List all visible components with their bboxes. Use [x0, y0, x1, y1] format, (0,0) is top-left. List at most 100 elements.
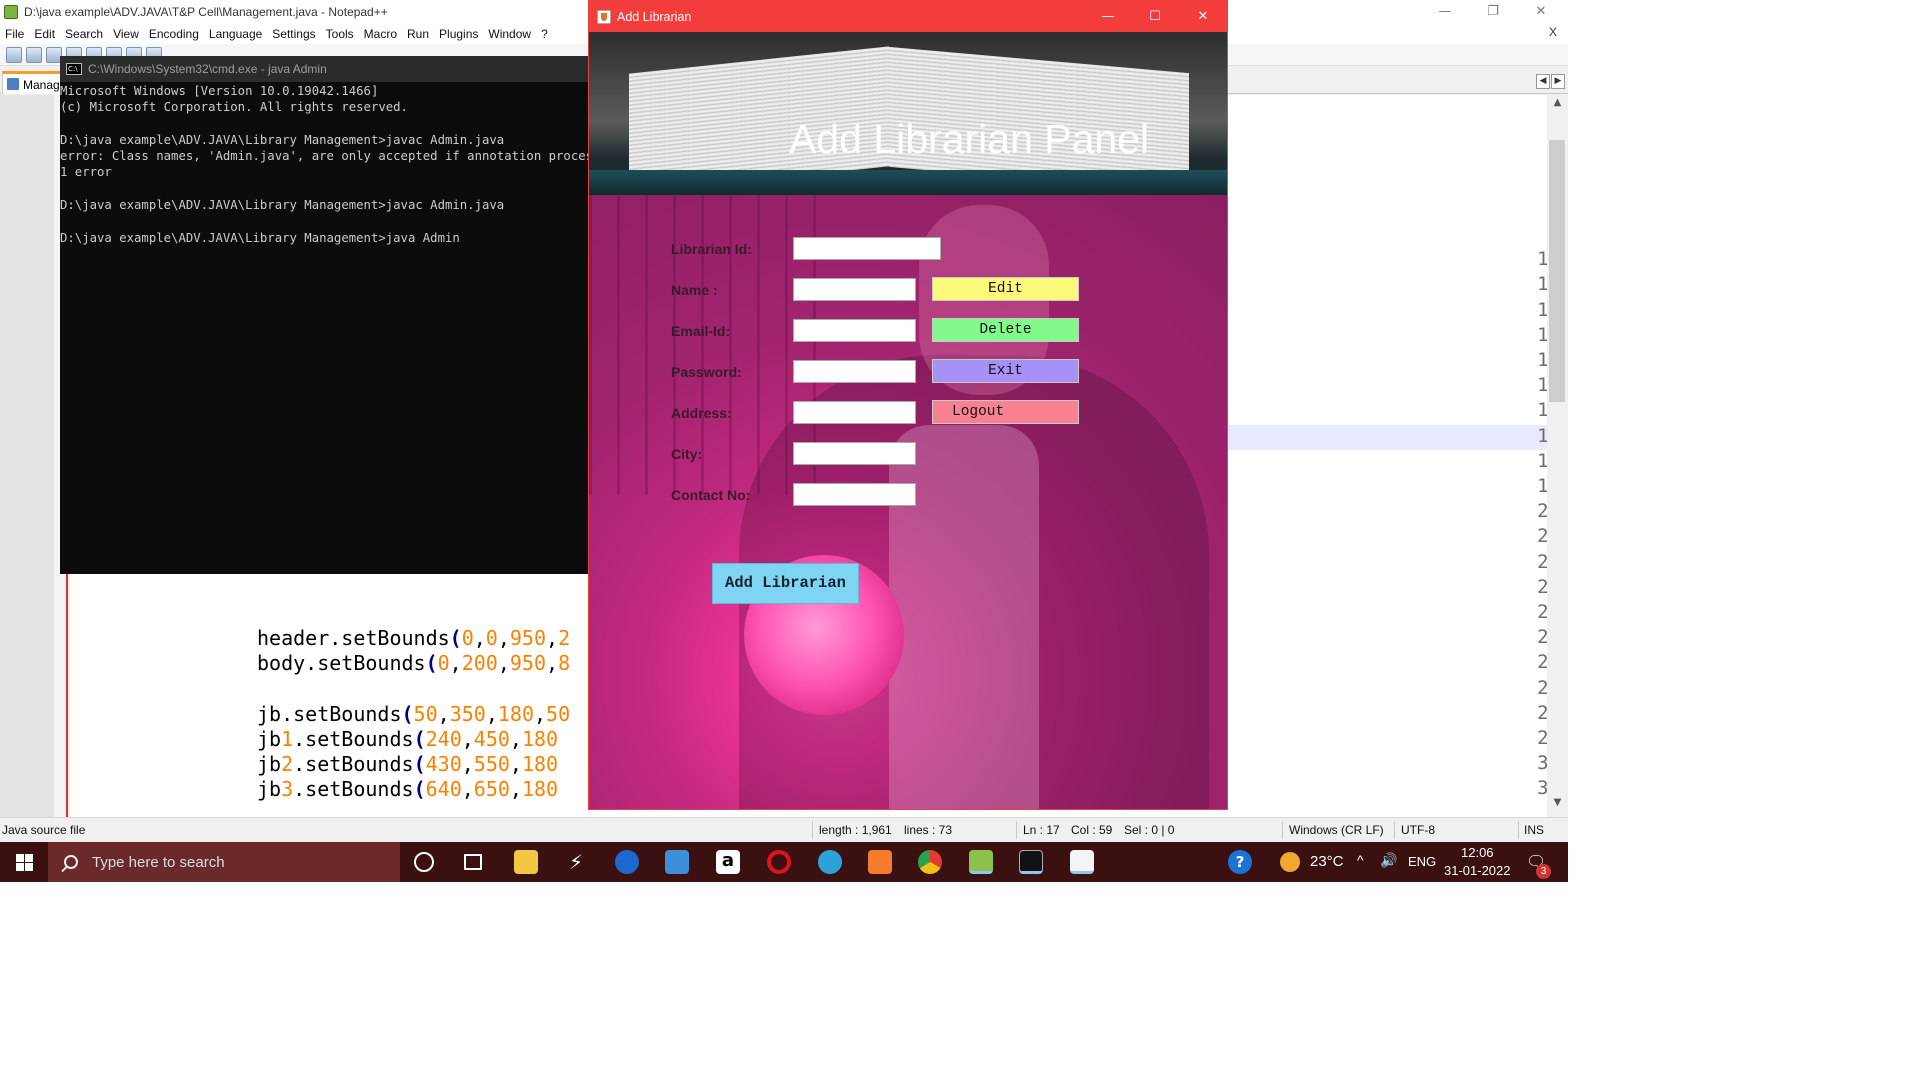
- cortana-icon[interactable]: [414, 852, 434, 872]
- menu-encoding[interactable]: Encoding: [144, 27, 204, 41]
- notepad-restore-button[interactable]: ❐: [1470, 0, 1516, 24]
- menu-search[interactable]: Search: [60, 27, 108, 41]
- cmd-line: D:\java example\ADV.JAVA\Library Managem…: [60, 198, 505, 213]
- edge-icon[interactable]: [818, 850, 842, 874]
- search-placeholder: Type here to search: [92, 853, 225, 871]
- editor-vertical-scrollbar[interactable]: ▲ ▼: [1547, 95, 1568, 817]
- close-button[interactable]: ✕: [1180, 1, 1226, 32]
- status-file-type: Java source file: [2, 823, 86, 837]
- scroll-up-icon[interactable]: ▲: [1547, 97, 1568, 115]
- menu-run[interactable]: Run: [402, 27, 434, 41]
- header-banner: Add Librarian Panel: [589, 32, 1227, 195]
- opera-icon[interactable]: [767, 850, 791, 874]
- cmd-line: [60, 116, 588, 132]
- scrollbar-thumb[interactable]: [1549, 140, 1565, 402]
- cmd-line: D:\java example\ADV.JAVA\Library Managem…: [60, 132, 505, 147]
- status-eol[interactable]: Windows (CR LF): [1289, 823, 1384, 837]
- label-email-id: Email-Id:: [671, 323, 731, 339]
- cmd-window: C:\ C:\Windows\System32\cmd.exe - java A…: [60, 56, 588, 574]
- code-line: header.setBounds(0,0,950,2: [257, 626, 571, 651]
- label-contact-no: Contact No:: [671, 487, 751, 503]
- app-blue-icon[interactable]: [665, 850, 689, 874]
- notepadpp-taskbar-icon[interactable]: [969, 850, 993, 874]
- label-librarian-id: Librarian Id:: [671, 241, 752, 257]
- cmd-line: Microsoft Windows [Version 10.0.19042.14…: [60, 84, 379, 98]
- status-column: Col : 59: [1071, 823, 1113, 837]
- sublime-lightning-icon[interactable]: ⚡: [564, 850, 588, 874]
- menu-file[interactable]: File: [0, 27, 29, 41]
- status-line: Ln : 17: [1023, 823, 1060, 837]
- logout-button[interactable]: Logout: [932, 400, 1079, 424]
- status-encoding[interactable]: UTF-8: [1401, 823, 1435, 837]
- xampp-icon[interactable]: [868, 850, 892, 874]
- form-panel: Librarian Id: Name : Email-Id: Password:…: [589, 195, 1227, 809]
- scroll-down-icon[interactable]: ▼: [1547, 797, 1568, 815]
- menu-view[interactable]: View: [108, 27, 144, 41]
- code-line: jb2.setBounds(430,550,180: [257, 752, 559, 777]
- help-icon[interactable]: ?: [1228, 850, 1252, 874]
- contact-no-input[interactable]: [793, 483, 916, 506]
- notepad-app-icon: [4, 5, 18, 19]
- cmd-line: [60, 181, 588, 197]
- edit-button[interactable]: Edit: [932, 277, 1079, 301]
- open-file-icon[interactable]: [26, 46, 42, 63]
- address-input[interactable]: [793, 401, 916, 424]
- tab-scroll-right-icon[interactable]: ▶: [1551, 74, 1565, 89]
- cmd-app-icon: C:\: [66, 63, 82, 75]
- cmd-taskbar-icon[interactable]: [1019, 850, 1043, 874]
- librarian-id-input[interactable]: [793, 237, 941, 260]
- minimize-button[interactable]: —: [1085, 1, 1131, 32]
- cmd-line: 1 error: [60, 165, 112, 180]
- status-insert-mode: INS: [1524, 823, 1545, 837]
- panel-title: Add Librarian Panel: [789, 116, 1150, 162]
- close-document-button[interactable]: X: [1544, 25, 1562, 39]
- java-app-icon: [597, 9, 611, 24]
- add-librarian-title-bar: Add Librarian — ☐ ✕: [589, 1, 1227, 32]
- clock-time[interactable]: 12:06: [1461, 845, 1494, 860]
- menu-edit[interactable]: Edit: [29, 27, 60, 41]
- weather-icon[interactable]: [1280, 852, 1300, 872]
- menu-language[interactable]: Language: [204, 27, 267, 41]
- start-button[interactable]: [0, 842, 48, 882]
- cmd-output[interactable]: Microsoft Windows [Version 10.0.19042.14…: [60, 83, 588, 574]
- notepad-minimize-button[interactable]: —: [1422, 0, 1468, 24]
- menu-window[interactable]: Window: [483, 27, 536, 41]
- java-taskbar-icon[interactable]: [1070, 850, 1094, 874]
- new-file-icon[interactable]: [6, 46, 22, 63]
- code-line: body.setBounds(0,200,950,8: [257, 651, 571, 676]
- cmd-line: [60, 213, 588, 229]
- cmd-line: D:\java example\ADV.JAVA\Library Managem…: [60, 230, 460, 245]
- menu-macro[interactable]: Macro: [359, 27, 402, 41]
- add-librarian-button[interactable]: Add Librarian: [712, 563, 859, 604]
- chevron-up-icon[interactable]: ^: [1357, 852, 1364, 868]
- label-address: Address:: [671, 405, 732, 421]
- notifications-badge: 3: [1536, 864, 1551, 879]
- chrome-icon[interactable]: [918, 850, 942, 874]
- email-id-input[interactable]: [793, 319, 916, 342]
- maximize-button[interactable]: ☐: [1132, 1, 1178, 32]
- status-selection: Sel : 0 | 0: [1124, 823, 1175, 837]
- task-view-icon[interactable]: [464, 854, 482, 870]
- language-indicator[interactable]: ENG: [1408, 854, 1436, 869]
- menu-settings[interactable]: Settings: [267, 27, 320, 41]
- password-input[interactable]: [793, 360, 916, 383]
- taskbar-search-box[interactable]: Type here to search: [48, 842, 400, 882]
- city-input[interactable]: [793, 442, 916, 465]
- menu-help[interactable]: ?: [536, 27, 553, 41]
- name-input[interactable]: [793, 278, 916, 301]
- amazon-icon[interactable]: a: [716, 850, 740, 874]
- tab-scroll-left-icon[interactable]: ◀: [1536, 74, 1550, 89]
- status-lines: lines : 73: [904, 823, 953, 837]
- weather-temperature[interactable]: 23°C: [1310, 853, 1344, 870]
- chrome-blue-icon[interactable]: [615, 850, 639, 874]
- menu-plugins[interactable]: Plugins: [434, 27, 483, 41]
- speaker-icon[interactable]: 🔊: [1380, 852, 1397, 869]
- menu-tools[interactable]: Tools: [321, 27, 359, 41]
- delete-button[interactable]: Delete: [932, 318, 1079, 342]
- clock-date[interactable]: 31-01-2022: [1444, 863, 1511, 878]
- notepad-close-button[interactable]: ✕: [1518, 0, 1564, 24]
- exit-button[interactable]: Exit: [932, 359, 1079, 383]
- file-explorer-icon[interactable]: [514, 850, 538, 874]
- cmd-title: C:\Windows\System32\cmd.exe - java Admin: [88, 62, 327, 76]
- windows-logo-icon: [16, 854, 24, 862]
